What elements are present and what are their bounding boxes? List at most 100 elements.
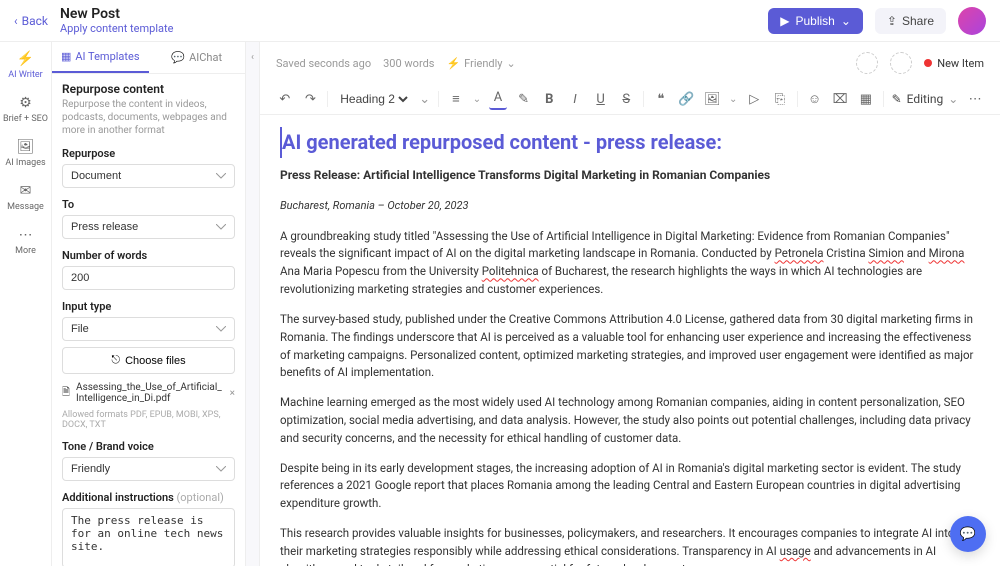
dateline[interactable]: Bucharest, Romania – October 20, 2023 xyxy=(280,197,980,214)
paragraph-4[interactable]: Despite being in its early development s… xyxy=(280,460,980,513)
chat-icon: 💬 xyxy=(960,527,976,542)
underline-button[interactable]: U xyxy=(592,88,610,110)
nav-brief-seo[interactable]: ⚙ Brief + SEO xyxy=(3,94,48,124)
remove-file-button[interactable]: × xyxy=(230,388,235,399)
placeholder-circle-2[interactable] xyxy=(890,52,912,74)
app-header: ‹ Back New Post Apply content template ▶… xyxy=(0,0,1000,42)
sidebar: ▦ AI Templates 💬 AIChat Repurpose conten… xyxy=(52,42,246,566)
paragraph-3[interactable]: Machine learning emerged as the most wid… xyxy=(280,394,980,447)
clear-format-button[interactable]: ⌧ xyxy=(831,88,849,110)
share-button[interactable]: ⇪ Share xyxy=(875,8,946,34)
words-input[interactable] xyxy=(62,266,235,290)
allowed-formats: Allowed formats PDF, EPUB, MOBI, XPS, DO… xyxy=(62,410,235,430)
choose-files-label: Choose files xyxy=(125,355,186,367)
repurpose-label: Repurpose xyxy=(62,147,235,160)
video-button[interactable]: ▷ xyxy=(745,88,763,110)
table-button[interactable]: ▦ xyxy=(857,88,875,110)
link-button[interactable]: 🔗 xyxy=(678,88,696,110)
tone-select[interactable]: Friendly xyxy=(62,457,235,481)
chevron-down-icon: ⌄ xyxy=(507,57,516,70)
publish-button[interactable]: ▶ Publish ⌄ xyxy=(768,8,863,34)
nav-ai-images[interactable]: 🖼 AI Images xyxy=(5,138,45,168)
tone-label: Tone / Brand voice xyxy=(62,440,235,453)
placeholder-circle-1[interactable] xyxy=(856,52,878,74)
apply-template-link[interactable]: Apply content template xyxy=(60,22,173,35)
bolt-icon: ⚡ xyxy=(16,50,34,68)
nav-ai-writer[interactable]: ⚡ AI Writer xyxy=(8,50,42,80)
nav-label: Brief + SEO xyxy=(3,114,48,124)
pencil-icon: ✎ xyxy=(892,92,902,106)
instructions-textarea[interactable]: The press release is for an online tech … xyxy=(62,508,235,566)
nav-more[interactable]: ⋯ More xyxy=(15,226,36,256)
editor-area: Saved seconds ago 300 words ⚡ Friendly ⌄… xyxy=(260,42,1000,566)
more-icon: ⋯ xyxy=(16,226,34,244)
bold-button[interactable]: B xyxy=(540,88,558,110)
uploaded-file[interactable]: 🗎 Assessing_the_Use_of_Artificial_Intell… xyxy=(62,382,235,404)
chevron-left-icon: ‹ xyxy=(251,52,254,63)
gear-icon: ⚙ xyxy=(16,94,34,112)
tab-ai-chat[interactable]: 💬 AIChat xyxy=(149,42,246,73)
upload-icon: ⎋ xyxy=(111,354,120,367)
highlight-button[interactable]: ✎ xyxy=(515,88,533,110)
chevron-left-icon: ‹ xyxy=(14,14,18,28)
tab-label: AIChat xyxy=(189,51,222,64)
tab-label: AI Templates xyxy=(75,50,139,63)
nav-message[interactable]: ✉ Message xyxy=(7,182,44,212)
to-select[interactable]: Press release xyxy=(62,215,235,239)
words-label: Number of words xyxy=(62,249,235,262)
collapse-sidebar-button[interactable]: ‹ xyxy=(246,42,260,566)
editing-label: Editing xyxy=(907,92,944,106)
word-count: 300 words xyxy=(383,57,434,70)
tone-indicator[interactable]: ⚡ Friendly ⌄ xyxy=(446,57,515,70)
help-chat-button[interactable]: 💬 xyxy=(950,516,986,552)
paragraph-1[interactable]: A groundbreaking study titled "Assessing… xyxy=(280,228,980,299)
document-content[interactable]: AI generated repurposed content - press … xyxy=(260,115,1000,566)
red-dot-icon xyxy=(924,59,932,67)
back-button[interactable]: ‹ Back xyxy=(14,14,48,28)
heading-select[interactable]: Heading 2 xyxy=(336,91,411,107)
doc-heading[interactable]: AI generated repurposed content - press … xyxy=(280,127,980,158)
tab-ai-templates[interactable]: ▦ AI Templates xyxy=(52,42,149,73)
bolt-icon: ⚡ xyxy=(446,57,460,70)
file-icon: 🗎 xyxy=(62,385,70,402)
editing-mode-button[interactable]: ✎ Editing ⌄ xyxy=(892,92,959,106)
strikethrough-button[interactable]: S xyxy=(617,88,635,110)
paragraph-5[interactable]: This research provides valuable insights… xyxy=(280,525,980,566)
input-type-label: Input type xyxy=(62,300,235,313)
tone-label: Friendly xyxy=(464,57,502,70)
publish-label: Publish xyxy=(795,14,834,28)
undo-button[interactable]: ↶ xyxy=(276,88,294,110)
play-icon: ▶ xyxy=(780,14,789,28)
paragraph-2[interactable]: The survey-based study, published under … xyxy=(280,311,980,382)
chevron-down-icon: ⌄ xyxy=(473,94,481,105)
left-nav: ⚡ AI Writer ⚙ Brief + SEO 🖼 AI Images ✉ … xyxy=(0,42,52,566)
new-item-button[interactable]: New Item xyxy=(924,57,984,70)
file-name: Assessing_the_Use_of_Artificial_Intellig… xyxy=(76,382,224,404)
to-label: To xyxy=(62,198,235,211)
align-button[interactable]: ≡ xyxy=(447,88,465,110)
chat-icon: 💬 xyxy=(171,51,185,64)
font-color-button[interactable]: A xyxy=(489,88,507,110)
save-status: Saved seconds ago xyxy=(276,57,371,70)
nav-label: AI Images xyxy=(5,158,45,168)
panel-description: Repurpose the content in videos, podcast… xyxy=(62,98,235,137)
input-type-select[interactable]: File xyxy=(62,317,235,341)
more-toolbar-button[interactable]: ⋯ xyxy=(966,88,984,110)
redo-button[interactable]: ↷ xyxy=(302,88,320,110)
italic-button[interactable]: I xyxy=(566,88,584,110)
embed-button[interactable]: ⎘ xyxy=(771,88,789,110)
quote-button[interactable]: ❝ xyxy=(652,88,670,110)
image-button[interactable]: 🖼 xyxy=(703,88,721,110)
nav-label: Message xyxy=(7,202,44,212)
instructions-label: Additional instructions (optional) xyxy=(62,491,235,504)
press-release-title[interactable]: Press Release: Artificial Intelligence T… xyxy=(280,166,980,185)
user-avatar[interactable] xyxy=(958,7,986,35)
chevron-down-icon: ⌄ xyxy=(729,94,737,105)
nav-label: AI Writer xyxy=(8,70,42,80)
share-icon: ⇪ xyxy=(887,14,897,28)
choose-files-button[interactable]: ⎋ Choose files xyxy=(62,347,235,374)
image-icon: 🖼 xyxy=(16,138,34,156)
repurpose-select[interactable]: Document xyxy=(62,164,235,188)
post-title: New Post xyxy=(60,6,173,22)
emoji-button[interactable]: ☺ xyxy=(806,88,824,110)
